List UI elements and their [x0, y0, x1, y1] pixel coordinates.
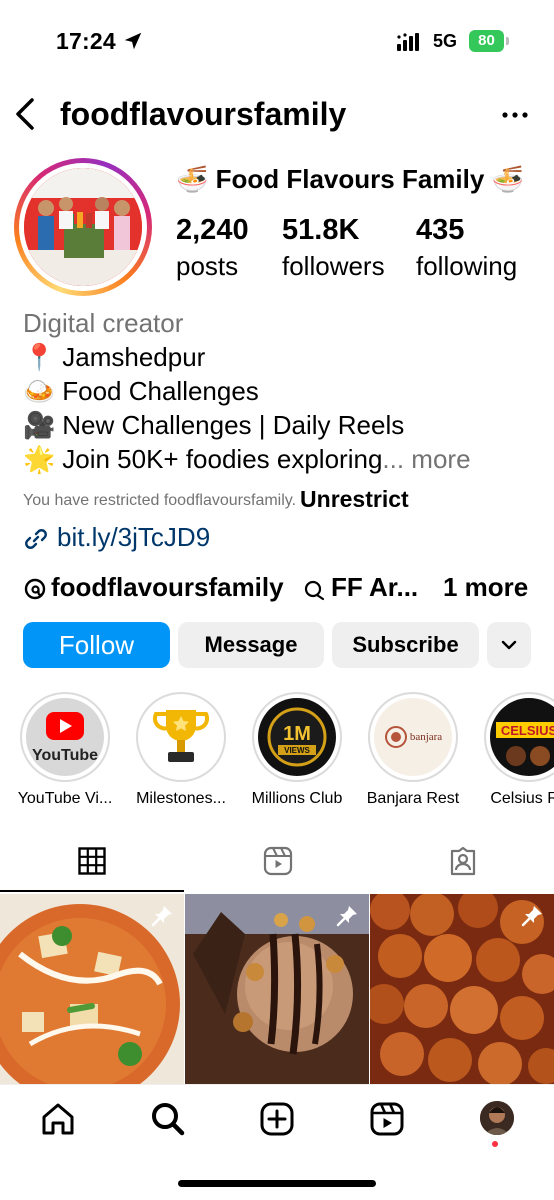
banjara-logo-icon: banjara — [374, 698, 452, 776]
content-tabs — [0, 838, 554, 892]
grid-icon — [78, 847, 106, 875]
bio-text: Join 50K+ foodies exploring — [62, 444, 383, 474]
bio-line-reels: 🎥 New Challenges | Daily Reels — [23, 408, 543, 442]
ff-community-link[interactable]: FF Ar... — [331, 572, 418, 603]
battery-level: 80 — [478, 32, 495, 49]
post-thumbnail[interactable] — [370, 894, 554, 1084]
bio-line-location: 📍 Jamshedpur — [23, 340, 543, 374]
restricted-text: You have restricted foodflavoursfamily. — [23, 492, 297, 509]
create-post-icon[interactable] — [257, 1099, 297, 1139]
badge-text: 1M — [283, 723, 311, 745]
bio-more-link[interactable]: ... more — [382, 444, 470, 474]
bio-line-challenges: 🍛 Food Challenges — [23, 374, 543, 408]
home-icon[interactable] — [38, 1099, 78, 1139]
avatar — [480, 1101, 514, 1135]
highlight-label: Banjara Rest — [366, 790, 460, 807]
status-time: 17:24 — [56, 28, 116, 54]
threads-row: foodflavoursfamily FF Ar... 1 more — [23, 572, 543, 606]
pin-icon — [151, 906, 172, 927]
chat-link-icon — [304, 580, 325, 601]
post-thumbnail[interactable] — [185, 894, 369, 1084]
profile-nav-avatar[interactable] — [476, 1099, 516, 1139]
star-emoji: 🌟 — [23, 444, 56, 474]
bio-text: Jamshedpur — [62, 342, 206, 372]
restricted-notice: You have restricted foodflavoursfamily. U… — [23, 484, 409, 512]
suggested-accounts-button[interactable] — [487, 622, 531, 668]
link-icon — [25, 529, 47, 549]
pin-icon — [521, 906, 542, 927]
back-arrow-icon[interactable] — [10, 96, 42, 132]
highlight-label: Millions Club — [251, 790, 343, 807]
posts-count: 2,240 — [176, 214, 249, 246]
highlight-label: Celsius Ro — [490, 790, 554, 807]
posts-label: posts — [176, 251, 239, 281]
stat-following[interactable]: 435 following — [416, 214, 517, 282]
celsius-logo-icon: CELSIUS — [490, 698, 554, 776]
tab-posts-grid[interactable] — [0, 838, 184, 892]
one-more-link[interactable]: 1 more — [443, 572, 528, 603]
follow-button[interactable]: Follow — [23, 622, 170, 668]
subscribe-button[interactable]: Subscribe — [332, 622, 479, 668]
pin-emoji: 📍 — [23, 342, 56, 372]
camera-emoji: 🎥 — [23, 410, 56, 440]
curry-emoji: 🍛 — [23, 376, 56, 406]
unrestrict-button[interactable]: Unrestrict — [300, 486, 409, 512]
tagged-icon — [450, 846, 476, 876]
avatar-photo — [24, 168, 142, 286]
reels-icon — [263, 846, 293, 876]
profile-avatar[interactable] — [14, 158, 152, 296]
bio-line-join: 🌟 Join 50K+ foodies exploring... more — [23, 442, 543, 476]
followers-count: 51.8K — [282, 214, 360, 246]
highlight-label: YouTube Vi... — [17, 790, 113, 807]
chevron-down-icon — [501, 640, 517, 650]
tab-tagged[interactable] — [370, 838, 554, 892]
trophy-icon — [142, 698, 220, 776]
badge-subtext: VIEWS — [284, 746, 310, 755]
bio-text: Food Challenges — [62, 376, 259, 406]
home-indicator — [178, 1180, 376, 1187]
bio: Digital creator 📍 Jamshedpur 🍛 Food Chal… — [23, 306, 543, 476]
banjara-wordmark: banjara — [410, 731, 442, 743]
location-arrow-icon — [124, 32, 142, 50]
status-bar: 17:24 5G 80 — [0, 0, 554, 84]
threads-handle[interactable]: foodflavoursfamily — [51, 572, 284, 603]
posts-grid — [0, 894, 554, 1084]
threads-icon[interactable] — [23, 577, 47, 601]
display-name: 🍜 Food Flavours Family 🍜 — [176, 164, 524, 194]
following-count: 435 — [416, 214, 465, 246]
battery-icon: 80 — [469, 30, 509, 52]
profile-username: foodflavoursfamily — [60, 96, 347, 132]
message-button[interactable]: Message — [178, 622, 324, 668]
search-icon[interactable] — [148, 1099, 188, 1139]
link-text: bit.ly/3jTcJD9 — [57, 522, 211, 552]
tab-reels[interactable] — [185, 838, 369, 892]
more-options-icon[interactable] — [498, 104, 532, 126]
million-views-badge-icon: 1M VIEWS — [258, 698, 336, 776]
following-label: following — [416, 251, 518, 281]
pin-icon — [336, 906, 357, 927]
active-tab-indicator — [0, 890, 184, 892]
bio-category: Digital creator — [23, 308, 184, 338]
stat-posts: 2,240 posts — [176, 214, 249, 282]
stat-followers[interactable]: 51.8K followers — [282, 214, 385, 282]
highlight-label: Milestones... — [136, 790, 226, 807]
story-highlights: YouTube YouTube Vi... Milestones... 1M V… — [0, 692, 554, 812]
youtube-icon: YouTube — [26, 698, 104, 776]
network-type: 5G — [433, 31, 458, 51]
reels-nav-icon[interactable] — [367, 1099, 407, 1139]
celsius-wordmark: CELSIUS — [501, 723, 554, 738]
post-thumbnail[interactable] — [0, 894, 184, 1084]
notification-dot — [492, 1141, 498, 1147]
signal-icon — [397, 33, 419, 51]
followers-label: followers — [282, 251, 385, 281]
bio-text: New Challenges | Daily Reels — [62, 410, 405, 440]
youtube-wordmark: YouTube — [32, 747, 98, 764]
